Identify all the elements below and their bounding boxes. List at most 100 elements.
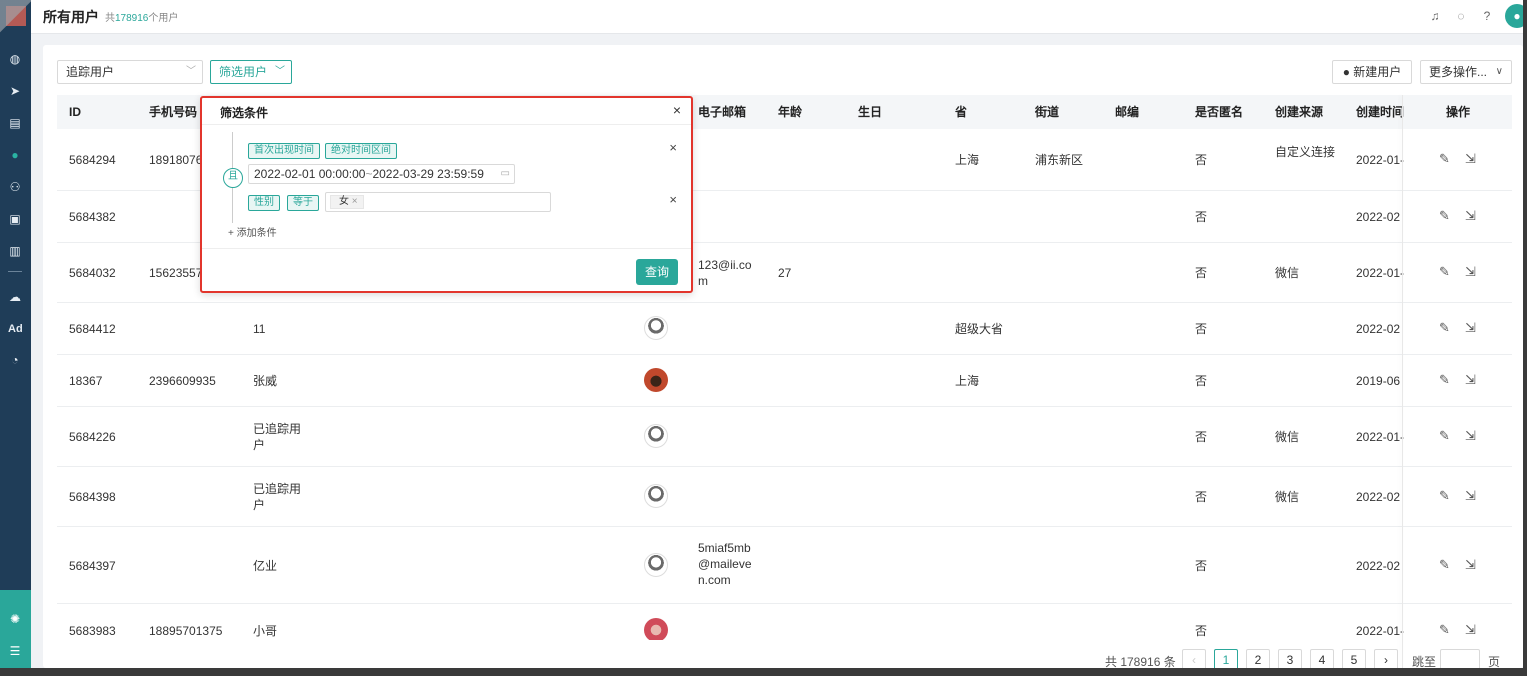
cell-id: 5683983 (69, 624, 116, 638)
condition1-field-tag[interactable]: 首次出现时间 (248, 143, 320, 159)
query-button[interactable]: 查询 (636, 259, 678, 285)
export-icon[interactable]: ⇲ (1465, 264, 1476, 280)
table-row[interactable]: 5684397 亿业 5miaf5mb@maileven.com 否 2022-… (57, 527, 1512, 604)
export-icon[interactable]: ⇲ (1465, 208, 1476, 224)
export-icon[interactable]: ⇲ (1465, 428, 1476, 444)
logo-decoration (0, 0, 31, 40)
col-phone[interactable]: 手机号码 (149, 95, 197, 129)
close-icon[interactable]: × (352, 196, 358, 207)
cell-street: 浦东新区 (1035, 153, 1084, 167)
date-start: 2022-02-01 00:00:00 (254, 167, 366, 181)
cell-province: 超级大省 (955, 322, 1004, 336)
edit-icon[interactable]: ✎ (1439, 208, 1450, 224)
goto-page-input[interactable] (1440, 649, 1480, 668)
bell-icon[interactable]: ♫ (1427, 8, 1443, 24)
page-2-button[interactable]: 2 (1246, 649, 1270, 668)
cell-anonymous: 否 (1195, 210, 1208, 224)
edit-icon[interactable]: ✎ (1439, 622, 1450, 638)
export-icon[interactable]: ⇲ (1465, 151, 1476, 167)
table-icon[interactable]: ▤ (8, 116, 22, 130)
and-badge[interactable]: 且 (223, 168, 243, 188)
cell-email: 5miaf5mb@maileven.com (698, 541, 752, 587)
cell-created: 2022-02 (1356, 210, 1401, 224)
pagination-total: 共 178916 条 (1105, 655, 1176, 669)
cell-created: 2022-02 (1356, 490, 1401, 504)
cell-name: 已追踪用户 (253, 482, 302, 512)
col-birthday[interactable]: 生日 (858, 95, 882, 129)
page-1-button[interactable]: 1 (1214, 649, 1238, 668)
export-icon[interactable]: ⇲ (1465, 320, 1476, 336)
col-province[interactable]: 省 (955, 95, 967, 129)
send-icon[interactable]: ➤ (8, 84, 22, 98)
filter-popup-title: 筛选条件 (220, 106, 269, 120)
date-range-picker[interactable]: 2022-02-01 00:00:00~2022-03-29 23:59:59 … (248, 164, 515, 184)
edit-icon[interactable]: ✎ (1439, 151, 1450, 167)
chat-icon[interactable]: ◌ (1453, 8, 1469, 24)
table-row[interactable]: 5684412 11 超级大省 否 2022-02 ✎ ⇲ (57, 303, 1512, 355)
condition1-operator-tag[interactable]: 绝对时间区间 (325, 143, 397, 159)
close-icon[interactable]: × (673, 102, 681, 118)
page-3-button[interactable]: 3 (1278, 649, 1302, 668)
close-icon[interactable]: × (669, 140, 677, 155)
cell-id: 5684294 (69, 153, 116, 167)
settings-icon[interactable]: ✺ (8, 612, 22, 626)
export-icon[interactable]: ⇲ (1465, 557, 1476, 573)
next-page-button[interactable]: › (1374, 649, 1398, 668)
edit-icon[interactable]: ✎ (1439, 372, 1450, 388)
prev-page-button[interactable]: ‹ (1182, 649, 1206, 668)
cell-anonymous: 否 (1195, 559, 1208, 573)
ad-icon[interactable]: Ad (8, 322, 23, 336)
value-select[interactable]: 女 × (325, 192, 551, 212)
cell-name: 张威 (253, 374, 278, 388)
avatar (644, 618, 668, 640)
page-5-button[interactable]: 5 (1342, 649, 1366, 668)
track-user-select[interactable]: 追踪用户 ﹀ (57, 60, 203, 84)
edit-icon[interactable]: ✎ (1439, 428, 1450, 444)
edit-icon[interactable]: ✎ (1439, 488, 1450, 504)
edit-icon[interactable]: ✎ (1439, 557, 1450, 573)
help-icon[interactable]: ? (1479, 8, 1495, 24)
page-4-button[interactable]: 4 (1310, 649, 1334, 668)
table-row[interactable]: 18367 2396609935 张威 上海 否 2019-06 ✎ ⇲ (57, 355, 1512, 407)
edit-icon[interactable]: ✎ (1439, 320, 1450, 336)
export-icon[interactable]: ⇲ (1465, 622, 1476, 638)
avatar (644, 553, 668, 577)
avatar[interactable]: ● (1505, 4, 1523, 28)
col-email[interactable]: 电子邮箱 (698, 95, 746, 129)
table-row[interactable]: 5684398 已追踪用户 否 微信 2022-02 ✎ ⇲ (57, 467, 1512, 527)
server-icon[interactable]: ☰ (8, 644, 22, 658)
cell-id: 5684032 (69, 266, 116, 280)
export-icon[interactable]: ⇲ (1465, 372, 1476, 388)
condition2-field-tag[interactable]: 性别 (248, 195, 280, 211)
table-row[interactable]: 5683983 18895701375 小哥 否 2022-01- ✎ ⇲ (57, 604, 1512, 640)
users-icon[interactable]: ⚇ (8, 180, 22, 194)
user-icon[interactable]: ● (8, 148, 22, 162)
col-anonymous[interactable]: 是否匿名 (1195, 95, 1243, 129)
cell-name: 已追踪用户 (253, 422, 302, 452)
dashboard-icon[interactable]: ◍ (8, 52, 22, 66)
bar-chart-icon[interactable]: ▥ (8, 244, 22, 258)
add-condition-link[interactable]: + 添加条件 (228, 224, 277, 239)
cell-source: 微信 (1275, 266, 1300, 280)
cell-province: 上海 (955, 374, 980, 388)
cell-created: 2022-02 (1356, 322, 1401, 336)
count-value: 178916 (115, 13, 149, 24)
more-actions-button[interactable]: 更多操作... ∨ (1420, 60, 1512, 84)
bookmark-icon[interactable]: ▣ (8, 212, 22, 226)
table-row[interactable]: 5684226 已追踪用户 否 微信 2022-01- ✎ ⇲ (57, 407, 1512, 467)
export-icon[interactable]: ⇲ (1465, 488, 1476, 504)
col-id[interactable]: ID (69, 95, 81, 129)
col-age[interactable]: 年龄 (778, 95, 802, 129)
col-source[interactable]: 创建来源 (1275, 95, 1323, 129)
col-street[interactable]: 街道 (1035, 95, 1059, 129)
filter-users-button[interactable]: 筛选用户 ﹀ (210, 60, 292, 84)
col-created[interactable]: 创建时间 (1356, 95, 1404, 129)
clock-icon[interactable]: ◔ (8, 353, 22, 367)
app-window: ◍ ➤ ▤ ● ⚇ ▣ ▥ ☁ Ad ◔ ✺ ☰ 所有用户 共178916个用户… (0, 0, 1527, 676)
new-user-button[interactable]: ● 新建用户 (1332, 60, 1412, 84)
close-icon[interactable]: × (669, 192, 677, 207)
edit-icon[interactable]: ✎ (1439, 264, 1450, 280)
col-zip[interactable]: 邮编 (1115, 95, 1139, 129)
wechat-icon[interactable]: ☁ (8, 290, 22, 304)
condition2-operator-tag[interactable]: 等于 (287, 195, 319, 211)
